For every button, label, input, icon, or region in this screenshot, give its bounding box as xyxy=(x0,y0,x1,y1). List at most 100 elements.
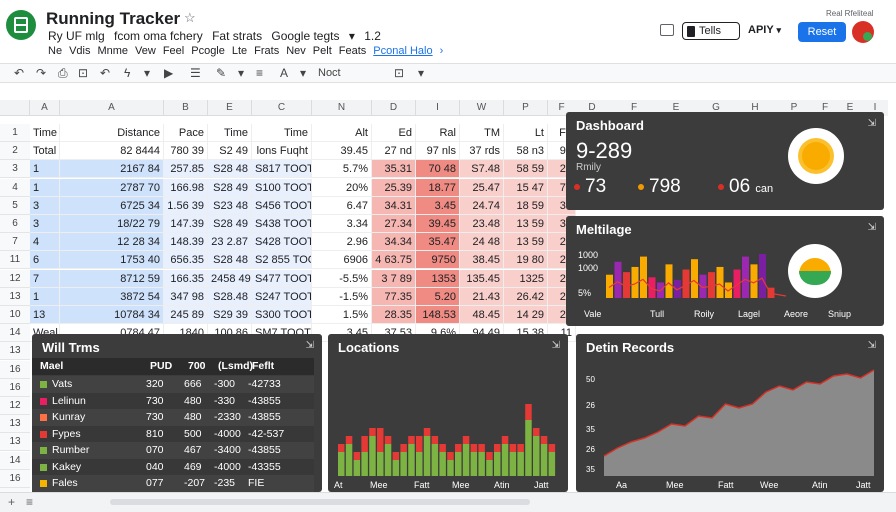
menu-item[interactable]: Feel xyxy=(163,45,184,57)
table-cell[interactable]: S456 TOOT xyxy=(252,196,312,215)
table-cell[interactable]: 6725 34 xyxy=(60,196,164,215)
table-cell[interactable]: 10784 34 xyxy=(60,306,164,324)
menu-item[interactable]: Nev xyxy=(286,45,306,57)
horizontal-scrollbar[interactable] xyxy=(110,499,530,505)
table-cell[interactable]: 257.85 xyxy=(164,160,208,179)
row-header[interactable]: 5 xyxy=(0,196,30,215)
menu-item[interactable]: Feats xyxy=(339,45,367,57)
comment-icon[interactable] xyxy=(660,24,674,36)
menu-item[interactable]: Pelt xyxy=(313,45,332,57)
table-cell[interactable]: 3 xyxy=(30,196,60,215)
header-cell[interactable]: Time xyxy=(252,124,312,142)
row-header[interactable]: 11 xyxy=(0,251,30,270)
table-cell[interactable]: -1.5% xyxy=(312,287,372,306)
table-cell[interactable]: 6906 xyxy=(312,251,372,270)
table-cell[interactable]: S477 TOOT xyxy=(252,269,312,288)
row-header[interactable]: 12 xyxy=(0,397,30,415)
table-cell[interactable]: 1 xyxy=(30,178,60,197)
toolbar-button[interactable]: ≡ xyxy=(256,66,263,80)
table-row[interactable]: Kunray 730 480 -2330 -43855 xyxy=(32,409,314,426)
toolbar-button[interactable]: ϟ xyxy=(124,66,130,80)
table-row[interactable]: Vats 320 666 -300 -42733 xyxy=(32,376,314,393)
toolbar-button[interactable]: A xyxy=(280,66,288,80)
table-cell[interactable]: 27 nd xyxy=(372,142,416,161)
table-cell[interactable]: S28.48 xyxy=(208,287,252,306)
toolbar-button[interactable]: ▶ xyxy=(164,66,173,80)
table-row[interactable]: Kakey 040 469 -4000 -43355 xyxy=(32,458,314,476)
table-cell[interactable]: 34.34 xyxy=(372,233,416,252)
row-header[interactable]: 13 xyxy=(0,415,30,434)
sheet-list-icon[interactable]: ≡ xyxy=(26,495,33,509)
row-header[interactable]: 14 xyxy=(0,324,30,343)
table-cell[interactable]: 2.96 xyxy=(312,233,372,252)
toolbar-button[interactable]: ▾ xyxy=(238,66,244,80)
column-header[interactable]: A xyxy=(30,100,60,116)
table-row[interactable]: Fales 077 -207 -235 FIE xyxy=(32,475,314,492)
apply-dropdown[interactable]: APIY ▾ xyxy=(748,24,781,36)
table-cell[interactable]: 148.39 xyxy=(164,233,208,252)
star-icon[interactable]: ☆ xyxy=(184,10,196,26)
table-cell[interactable]: 3 7 89 xyxy=(372,269,416,288)
row-header[interactable]: 16 xyxy=(0,360,30,379)
table-cell[interactable]: 5.7% xyxy=(312,160,372,179)
header-cell[interactable]: Alt xyxy=(312,124,372,142)
table-cell[interactable]: S7.48 xyxy=(460,160,504,179)
toolbar-button[interactable]: ✎ xyxy=(216,66,226,80)
table-cell[interactable]: 24 48 xyxy=(460,233,504,252)
header-cell[interactable]: TM xyxy=(460,124,504,142)
multiline-panel[interactable]: Meltilage ⇲ 1000 1000 5% Vale Tull Roily Lagel… xyxy=(566,216,884,326)
menu-item[interactable]: Ne xyxy=(48,45,62,57)
table-cell[interactable]: 656.35 xyxy=(164,251,208,270)
table-cell[interactable]: 12 28 34 xyxy=(60,233,164,252)
table-cell[interactable]: 5.20 xyxy=(416,287,460,306)
table-row[interactable]: Fypes 810 500 -4000 -42-537 xyxy=(32,425,314,443)
column-header[interactable]: P xyxy=(504,100,548,116)
menu-item[interactable]: Vew xyxy=(135,45,156,57)
will-times-panel[interactable]: Will Trms ⇲ Mael PUD 700 (Lsmd) Feflt Vats 320… xyxy=(32,334,322,492)
column-header[interactable]: D xyxy=(372,100,416,116)
column-header[interactable]: E xyxy=(208,100,252,116)
table-cell[interactable]: 6 xyxy=(30,251,60,270)
menu-item[interactable]: Vdis xyxy=(69,45,90,57)
column-header[interactable]: N xyxy=(312,100,372,116)
table-cell[interactable]: 1.56 39 xyxy=(164,196,208,215)
locations-panel[interactable]: Locations ⇲ At Mee Fatt Mee Atin Jatt xyxy=(328,334,568,492)
detail-records-panel[interactable]: Detin Records ⇲ 50 26 35 26 35 Aa Mee Fatt Wee At… xyxy=(576,334,884,492)
header-cell[interactable]: Time xyxy=(30,124,60,142)
table-cell[interactable]: 166.98 xyxy=(164,178,208,197)
table-cell[interactable]: 9750 xyxy=(416,251,460,270)
menu-item[interactable]: Pconal Halo xyxy=(373,45,432,57)
row-header[interactable]: 16 xyxy=(0,469,30,488)
table-cell[interactable]: 39.45 xyxy=(416,215,460,233)
table-cell[interactable]: 25.47 xyxy=(460,178,504,197)
toolbar-button[interactable]: ↶ xyxy=(14,66,24,80)
table-cell[interactable]: 39.45 xyxy=(312,142,372,161)
table-cell[interactable]: S300 TOOT xyxy=(252,306,312,324)
table-cell[interactable]: 18.77 xyxy=(416,178,460,197)
table-cell[interactable]: 13 59 xyxy=(504,233,548,252)
table-cell[interactable]: S23 48 xyxy=(208,196,252,215)
expand-icon[interactable]: ⇲ xyxy=(306,340,314,351)
table-cell[interactable]: 2167 84 xyxy=(60,160,164,179)
table-cell[interactable]: S28 49 xyxy=(208,215,252,233)
table-row[interactable]: Rumber 070 467 -3400 -43855 xyxy=(32,442,314,459)
table-cell[interactable]: 37 rds xyxy=(460,142,504,161)
meet-button[interactable]: Tells xyxy=(682,22,740,40)
table-cell[interactable]: 20% xyxy=(312,178,372,197)
table-cell[interactable]: 13 59 xyxy=(504,215,548,233)
row-header[interactable]: 6 xyxy=(0,215,30,233)
toolbar-button[interactable]: ☰ xyxy=(190,66,201,80)
dashboard-panel[interactable]: Dashboard ⇲ 9-289 Rmily 73 798 06 can xyxy=(566,112,884,210)
table-cell[interactable]: 19 80 xyxy=(504,251,548,270)
table-cell[interactable]: 58 59 xyxy=(504,160,548,179)
row-header[interactable]: 10 xyxy=(0,306,30,324)
chevron-down-icon[interactable]: ▾ xyxy=(349,29,355,43)
header-cell[interactable]: Ral xyxy=(416,124,460,142)
expand-icon[interactable]: ⇲ xyxy=(868,118,876,129)
table-cell[interactable]: 3.34 xyxy=(312,215,372,233)
table-cell[interactable]: S428 TOOT xyxy=(252,233,312,252)
table-cell[interactable]: 147.39 xyxy=(164,215,208,233)
table-cell[interactable]: 35.31 xyxy=(372,160,416,179)
table-cell[interactable]: 48.45 xyxy=(460,306,504,324)
toolbar-button[interactable]: ↶ xyxy=(100,66,110,80)
